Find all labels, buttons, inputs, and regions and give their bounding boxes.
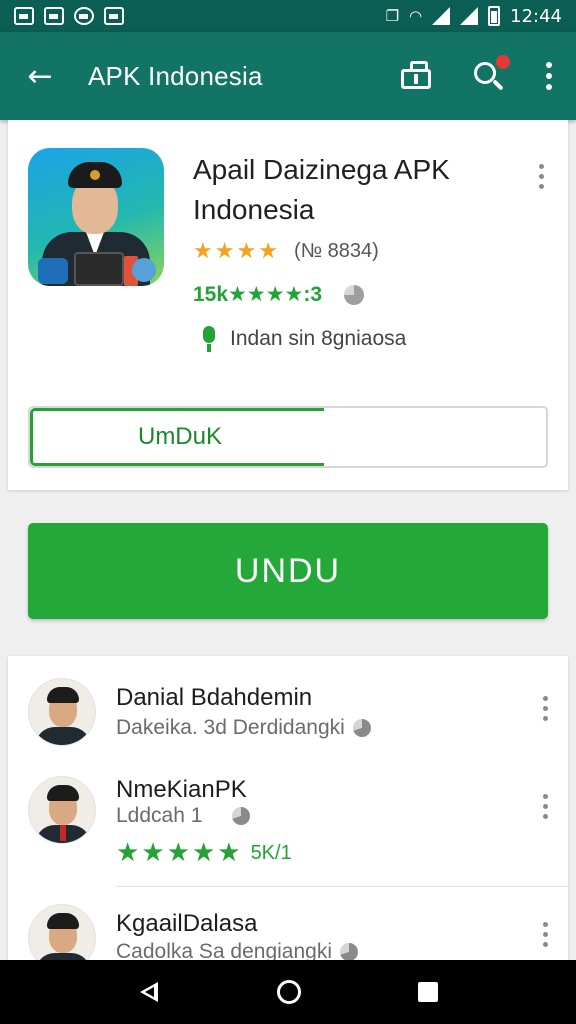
divider [116, 886, 568, 887]
list-item-subtitle-text: Dakeika. 3d Derdidangki [116, 716, 345, 739]
status-left-icons [14, 7, 124, 25]
list-item-title: NmeKianPK [116, 776, 247, 803]
badge-icon [232, 807, 251, 825]
status-bar: ❐ ◠ 12:44 [0, 0, 576, 32]
app-icon-image [28, 148, 164, 286]
store-icon [401, 61, 431, 89]
more-vert-icon[interactable] [536, 164, 546, 189]
page-title: APK Indonesia [88, 60, 263, 91]
star-icon: ★ [258, 238, 278, 264]
messenger-icon [74, 7, 94, 25]
more-vert-icon[interactable] [540, 794, 550, 819]
app-icon [104, 7, 124, 25]
badge-icon [340, 943, 358, 961]
list-item-subtitle: Lddcah 1 [116, 804, 251, 828]
avatar [28, 678, 96, 746]
avatar [28, 776, 96, 844]
more-vert-icon[interactable] [540, 696, 550, 721]
app-details-card: Apail Daizinega APK Indonesia ★ ★ ★ ★ (№… [8, 120, 568, 490]
rating-stars: ★ ★ ★ ★ [193, 238, 278, 264]
more-vert-icon[interactable] [540, 922, 550, 947]
developer-name[interactable]: Indan sin 8gniaosa [230, 327, 406, 351]
home-icon[interactable] [276, 980, 301, 1004]
pie-chart-icon [344, 284, 365, 305]
wifi-icon: ◠ [409, 7, 423, 25]
more-vert-icon[interactable] [544, 62, 554, 90]
star-icon: ★ [141, 838, 165, 868]
list-item-rating: ★ ★ ★ ★ ★ 5K/1 [116, 840, 292, 866]
status-right-icons: ❐ ◠ 12:44 [386, 6, 562, 27]
star-icon: ★ [193, 238, 213, 264]
rating-stars: ★ ★ ★ ★ ★ [116, 840, 241, 866]
list-item-title: Danial Bdahdemin [116, 684, 313, 711]
signal-icon [460, 7, 479, 25]
back-icon[interactable] [138, 980, 160, 1004]
download-progress-button[interactable]: UmDuK [28, 406, 548, 468]
star-icon: ★ [236, 238, 257, 264]
star-icon: ★ [116, 838, 140, 868]
progress-label: UmDuK [137, 423, 222, 450]
chart-icon [44, 7, 64, 25]
downloads-count: 15k★★★★:3 [193, 283, 323, 306]
status-time: 12:44 [510, 5, 562, 27]
badge-icon [352, 719, 371, 737]
notification-dot [496, 55, 510, 69]
system-nav-bar [0, 960, 576, 1024]
recents-icon[interactable] [417, 982, 438, 1002]
photo-icon [14, 7, 34, 25]
rating-row: ★ ★ ★ ★ (№ 8834) [193, 240, 379, 263]
app-bar: ← APK Indonesia [0, 32, 576, 120]
star-icon: ★ [217, 838, 241, 868]
downloads-row: 15k★★★★:3 [193, 282, 365, 307]
nfc-icon: ❐ [385, 7, 400, 25]
app-bar-actions [400, 55, 554, 92]
app-name: Apail Daizinega APK Indonesia [193, 154, 450, 225]
developer-row: Indan sin 8gniaosa [198, 326, 406, 352]
rating-count: (№ 8834) [293, 240, 379, 262]
search-button[interactable] [472, 55, 510, 92]
related-apps-list: Danial Bdahdemin Dakeika. 3d Derdidangki… [8, 656, 568, 966]
microphone-icon [198, 326, 220, 352]
star-icon: ★ [214, 238, 235, 264]
avatar [28, 904, 96, 966]
star-icon: ★ [191, 838, 216, 868]
arrow-left-icon[interactable]: ← [22, 58, 58, 94]
download-button[interactable]: UNDU [28, 523, 548, 619]
signal-icon [432, 7, 451, 25]
battery-icon [488, 6, 501, 26]
store-button[interactable] [400, 60, 432, 92]
rating-count: 5K/1 [250, 841, 292, 864]
list-item-title: KgaailDalasa [116, 910, 258, 937]
star-icon: ★ [166, 838, 190, 868]
list-item-subtitle: Dakeika. 3d Derdidangki [116, 716, 371, 740]
list-item-subtitle-text: Lddcah 1 [116, 804, 203, 827]
